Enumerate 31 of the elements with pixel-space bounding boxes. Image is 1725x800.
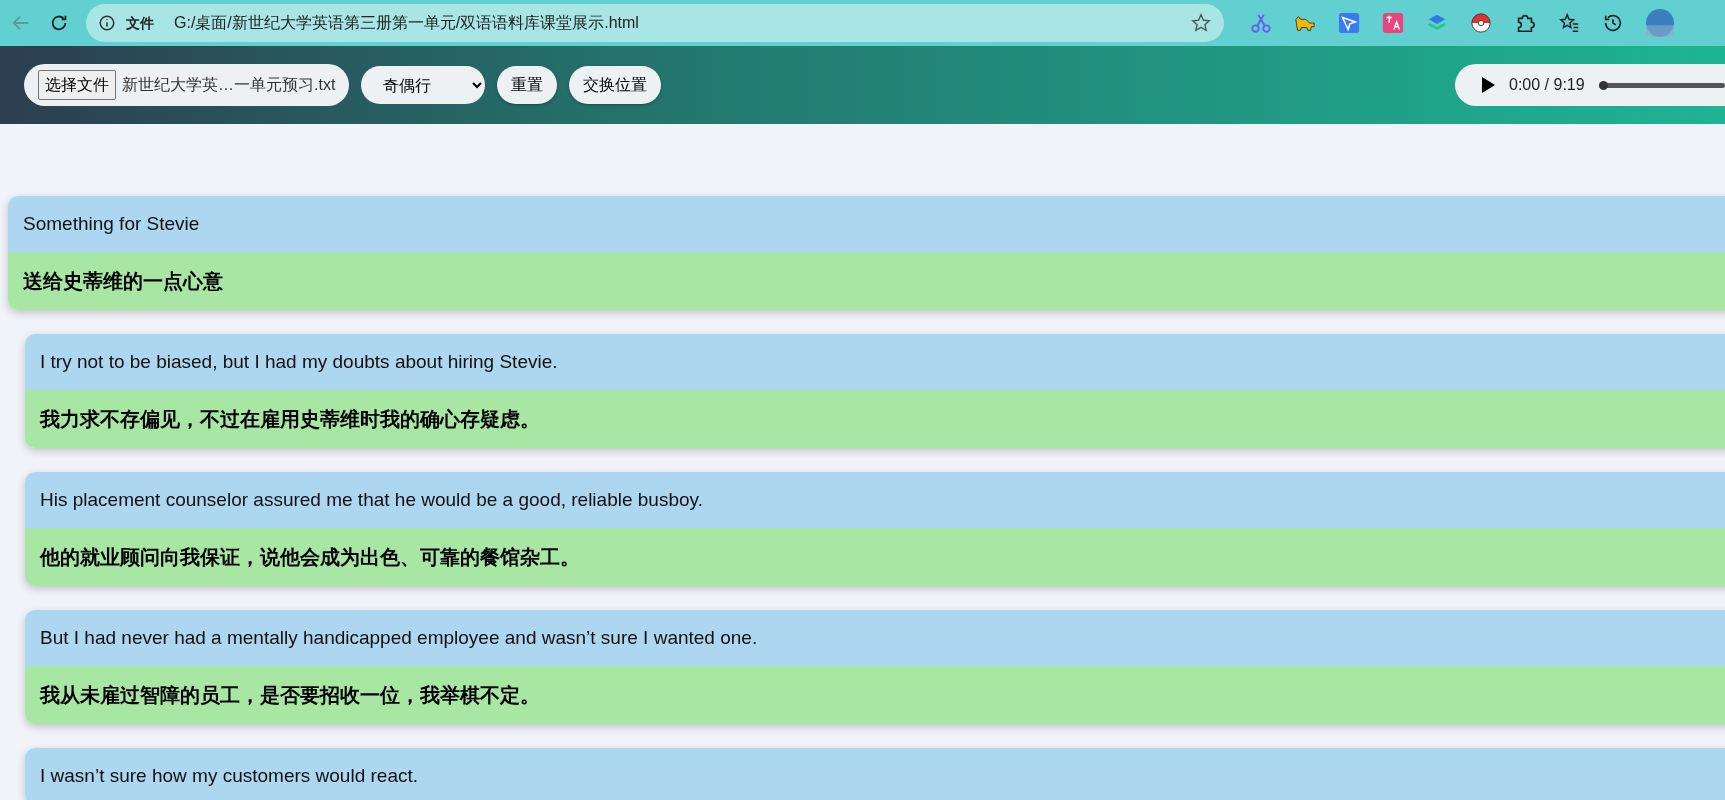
choose-file-button[interactable]: 选择文件 [38,70,116,100]
security-label: 文件 [126,13,154,33]
audio-progress-bar[interactable] [1598,82,1725,88]
audio-time: 0:00 / 9:19 [1509,75,1585,95]
english-text: I try not to be biased, but I had my doubts about hiring Stevie. [25,334,1725,390]
translate-icon[interactable] [1382,12,1404,34]
chinese-text: 我从未雇过智障的员工，是否要招收一位，我举棋不定。 [25,666,1725,724]
chinese-text: 送给史蒂维的一点心意 [8,252,1725,310]
paper-plane-icon[interactable] [1338,12,1360,34]
file-picker[interactable]: 选择文件 新世纪大学英…一单元预习.txt [24,64,350,106]
progress-thumb[interactable] [1598,80,1608,90]
file-name: 新世纪大学英…一单元预习.txt [122,75,336,95]
star-icon[interactable] [1190,12,1212,34]
info-icon[interactable] [98,14,116,32]
history-icon[interactable] [1602,12,1624,34]
ball-icon[interactable] [1470,12,1492,34]
url-text: G:/桌面/新世纪大学英语第三册第一单元/双语语料库课堂展示.html [174,13,639,33]
audio-player[interactable]: 0:00 / 9:19 [1455,64,1725,106]
address-bar[interactable]: 文件 G:/桌面/新世纪大学英语第三册第一单元/双语语料库课堂展示.html [86,4,1224,42]
english-text: His placement counselor assured me that he would be a good, reliable busboy. [25,472,1725,528]
play-icon[interactable] [1481,77,1495,93]
reset-button[interactable]: 重置 [497,66,558,104]
favorites-icon[interactable] [1558,12,1580,34]
scissors-icon[interactable] [1250,12,1272,34]
english-text: But I had never had a mentally handicapped employee and wasn’t sure I wanted one. [25,610,1725,666]
english-text: I wasn’t sure how my customers would react. [25,748,1725,800]
chinese-text: 他的就业顾问向我保证，说他会成为出色、可靠的餐馆杂工。 [25,528,1725,586]
swap-button[interactable]: 交换位置 [569,66,662,104]
english-text: Something for Stevie [8,196,1725,252]
mode-select[interactable]: 奇偶行 [361,66,486,104]
chinese-text: 我力求不存偏见，不过在雇用史蒂维时我的确心存疑虑。 [25,390,1725,448]
